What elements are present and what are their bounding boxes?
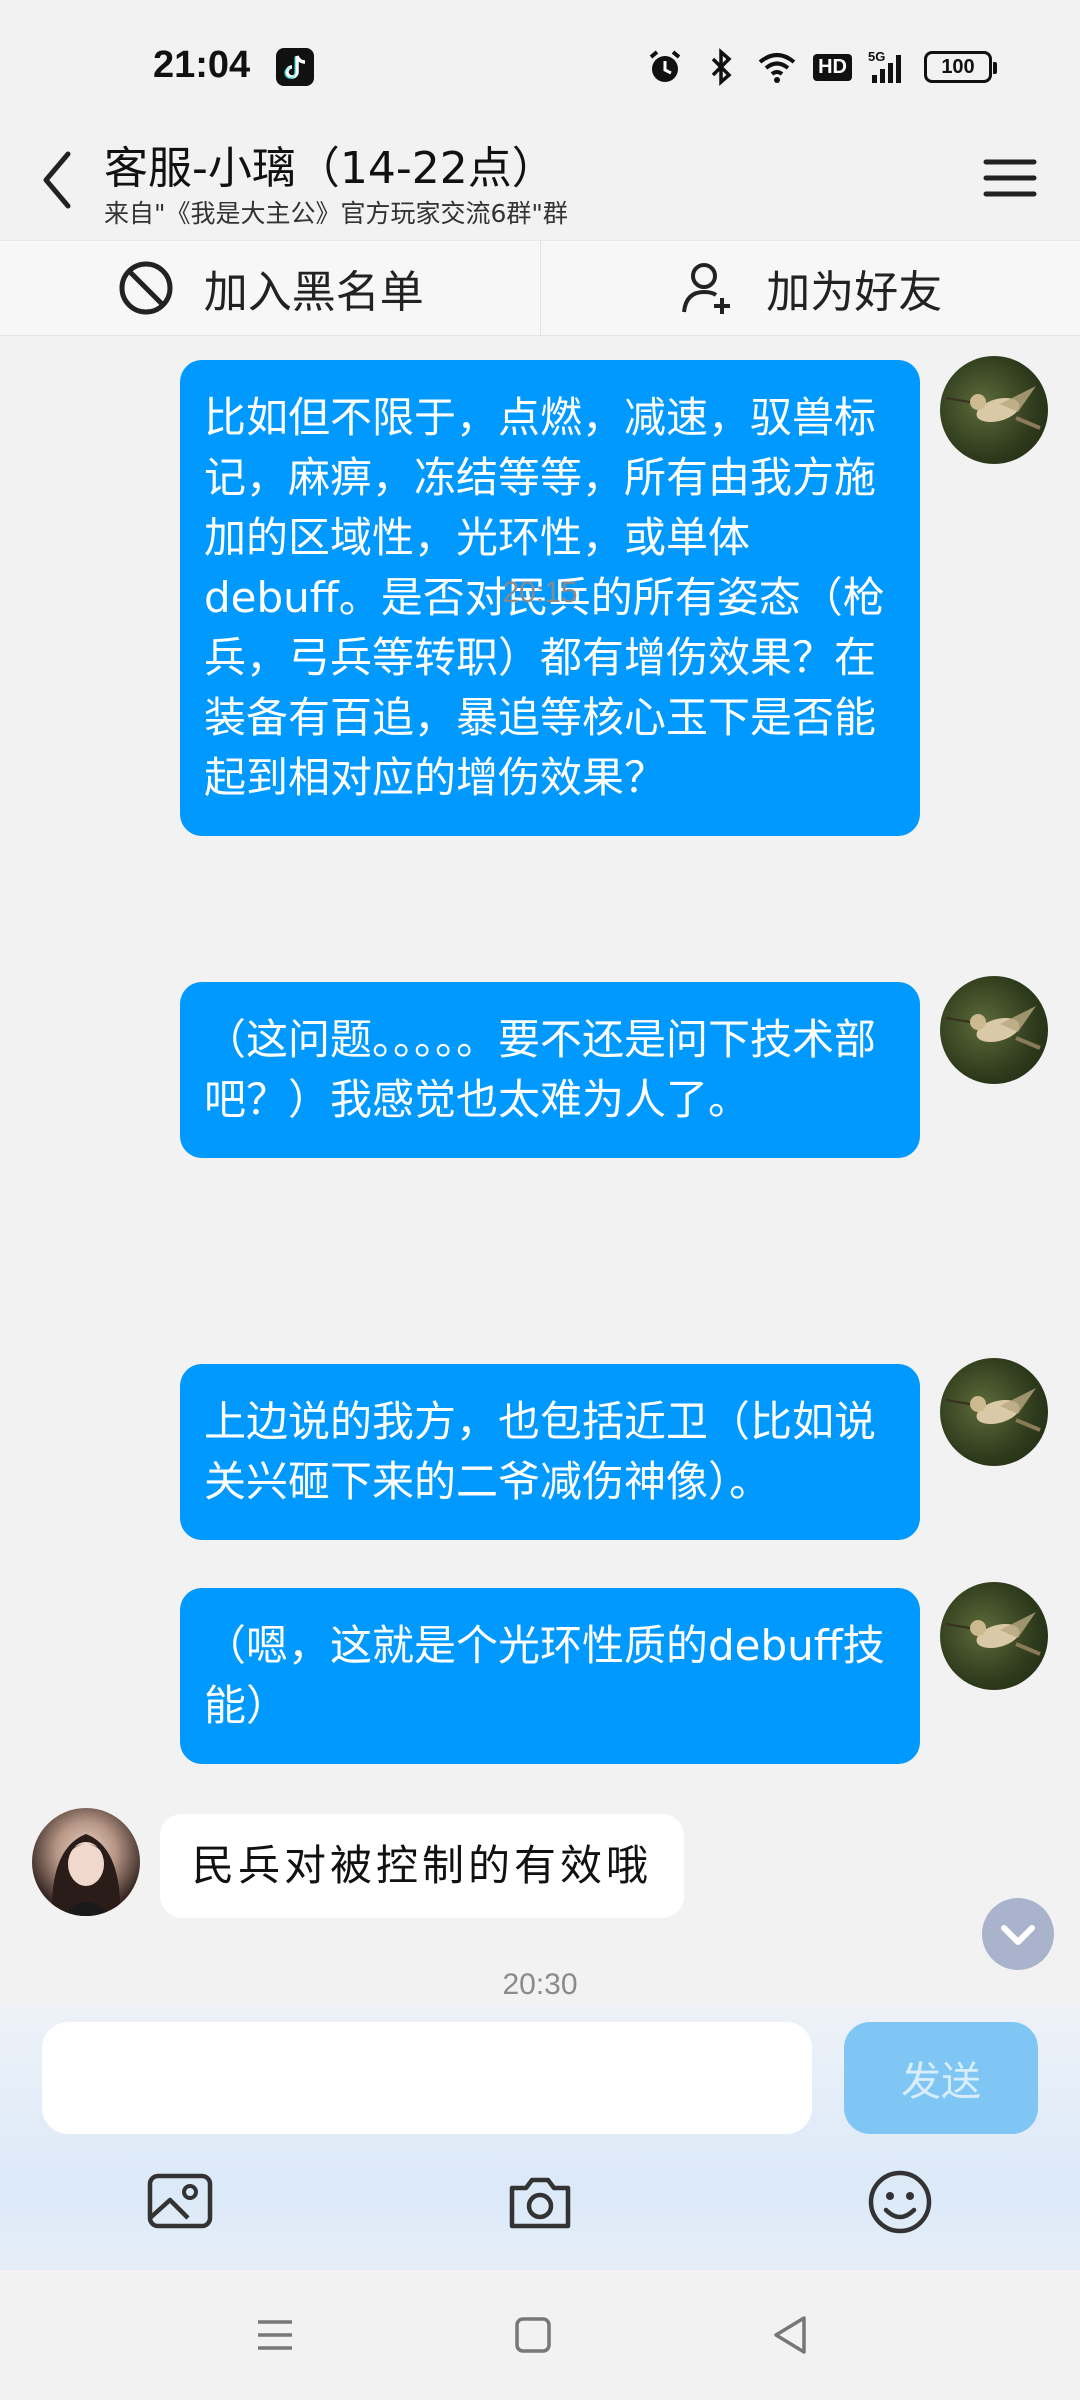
status-bar: 21:04 HD 5G 100 [0,0,1080,118]
block-icon [119,261,173,315]
home-icon[interactable] [508,2310,558,2360]
recents-icon[interactable] [250,2310,300,2360]
input-area: 发送 [0,2006,1080,2270]
image-icon[interactable] [142,2164,218,2240]
bluetooth-icon [711,48,732,86]
avatar-self[interactable] [940,1358,1048,1466]
avatar-self[interactable] [940,1582,1048,1690]
battery-icon: 100 [924,51,997,83]
timestamp: 20:15 [502,576,578,609]
chevron-down-icon [1001,1925,1035,1945]
hummingbird-icon [945,1006,1041,1050]
chat-messages[interactable]: 比如但不限于，点燃，减速，驭兽标记，麻痹，冻结等等，所有由我方施加的区域性，光环… [0,336,1080,2006]
add-friend-label: 加为好友 [766,267,943,318]
message-bubble-outgoing[interactable]: （嗯，这就是个光环性质的debuff技能） [180,1588,920,1764]
chat-header: 客服-小璃（14-22点） 来自"《我是大主公》官方玩家交流6群"群 [0,118,1080,240]
alarm-icon [649,50,681,82]
add-user-icon [682,263,731,314]
add-friend-button[interactable]: 加为好友 [541,241,1080,335]
system-nav-bar [0,2270,1080,2400]
svg-text:5G: 5G [868,49,885,64]
battery-level: 100 [941,55,975,78]
avatar-self[interactable] [940,976,1048,1084]
emoji-icon[interactable] [862,2164,938,2240]
action-bar: 加入黑名单 加为好友 [0,240,1080,336]
menu-icon[interactable] [980,148,1040,208]
message-input[interactable] [42,2022,812,2134]
scroll-down-button[interactable] [982,1898,1054,1970]
message-bubble-outgoing[interactable]: （这问题。。。。。要不还是问下技术部吧？）我感觉也太难为人了。 [180,982,920,1158]
signal-5g-icon: 5G [868,49,901,83]
status-icons: HD 5G 100 [645,46,997,88]
chat-title: 客服-小璃（14-22点） [104,143,556,194]
hd-icon: HD [813,53,852,81]
back-icon[interactable] [30,140,86,220]
tiktok-icon [276,48,314,86]
send-button[interactable]: 发送 [844,2022,1038,2134]
avatar-contact[interactable] [32,1808,140,1916]
back-nav-icon[interactable] [766,2310,816,2360]
message-bubble-incoming[interactable]: 民兵对被控制的有效哦 [160,1814,685,1918]
portrait-icon [51,1834,121,1916]
hummingbird-icon [945,1612,1041,1656]
avatar-self[interactable] [940,356,1048,464]
camera-icon[interactable] [502,2164,578,2240]
hummingbird-icon [945,1388,1041,1432]
status-time: 21:04 [153,44,251,86]
message-bubble-outgoing[interactable]: 上边说的我方，也包括近卫（比如说关兴砸下来的二爷减伤神像）。 [180,1364,920,1540]
timestamp: 20:30 [502,1968,578,2001]
chat-subtitle: 来自"《我是大主公》官方玩家交流6群"群 [104,199,568,228]
blacklist-label: 加入黑名单 [203,267,424,318]
blacklist-button[interactable]: 加入黑名单 [0,241,541,335]
wifi-icon [758,53,796,83]
hummingbird-icon [945,386,1041,430]
